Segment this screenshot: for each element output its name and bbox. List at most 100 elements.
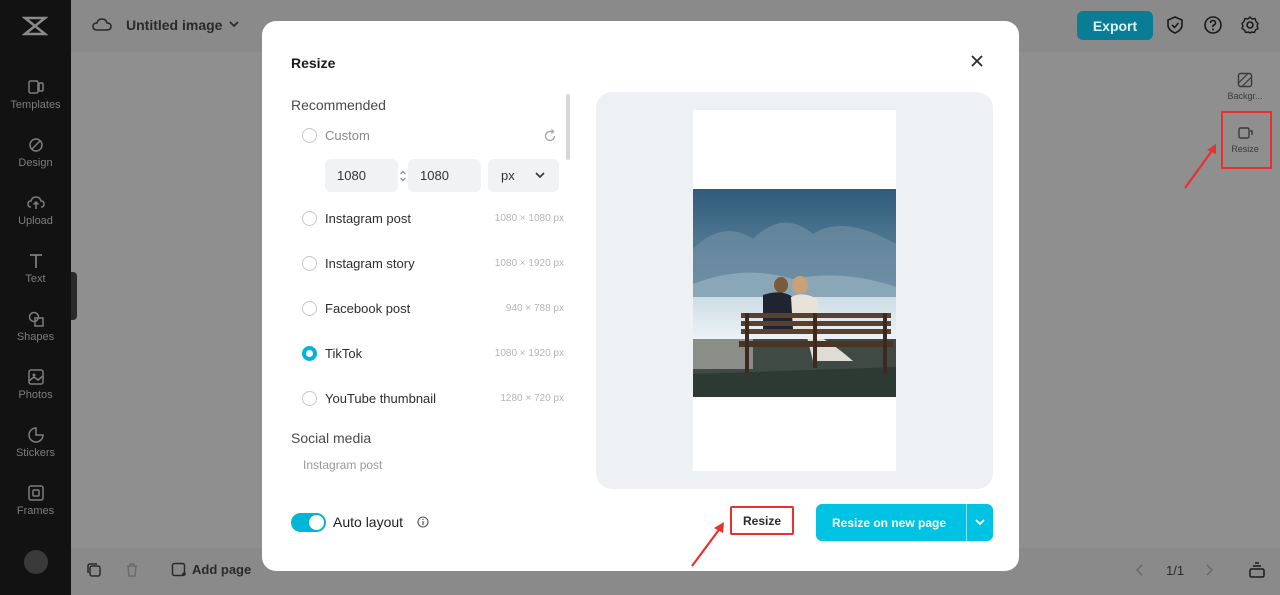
next-page-icon[interactable]: [1203, 563, 1215, 577]
chevron-down-icon: [535, 172, 545, 179]
photos-icon: [27, 369, 44, 385]
photo-preview: [693, 189, 896, 397]
option-dims: 940 × 788 px: [505, 303, 564, 314]
option-instagram-story[interactable]: Instagram story 1080 × 1920 px: [302, 252, 564, 276]
shapes-icon: [28, 311, 44, 327]
resize-label: Resize: [742, 513, 782, 528]
option-label: Custom: [325, 128, 370, 143]
side-item-background[interactable]: Backgr...: [1219, 72, 1271, 101]
list-scrollbar[interactable]: [566, 94, 570, 160]
export-button[interactable]: Export: [1077, 11, 1153, 40]
section-social-media: Social media: [291, 430, 372, 446]
rail-collapse-handle[interactable]: [71, 272, 77, 320]
link-dimensions-icon[interactable]: [399, 169, 407, 183]
rail-item-design[interactable]: Design: [0, 136, 71, 188]
option-youtube-thumbnail[interactable]: YouTube thumbnail 1280 × 720 px: [302, 387, 564, 411]
resize-new-page-label: Resize on new page: [832, 516, 947, 530]
shield-icon[interactable]: [1165, 15, 1185, 35]
rail-item-upload[interactable]: Upload: [0, 194, 71, 246]
rail-item-label: Frames: [16, 505, 55, 517]
rail-item-label: Templates: [10, 99, 61, 111]
side-item-label: Backgr...: [1227, 91, 1263, 101]
rail-item-stickers[interactable]: Stickers: [0, 426, 71, 478]
stickers-icon: [27, 427, 44, 443]
duplicate-page-icon[interactable]: [86, 562, 102, 578]
width-input[interactable]: [325, 159, 398, 192]
add-page-icon[interactable]: [171, 562, 187, 578]
option-facebook-post[interactable]: Facebook post 940 × 788 px: [302, 297, 564, 321]
resize-modal: Resize Recommended Custom px Instagram p…: [262, 21, 1019, 571]
artboard-preview: [693, 110, 896, 471]
rail-item-label: Design: [18, 157, 53, 169]
option-label: TikTok: [325, 346, 363, 361]
option-label: Instagram post: [325, 211, 411, 226]
resize-button[interactable]: Resize: [730, 506, 794, 535]
rail-item-label: Upload: [18, 215, 53, 227]
cloud-icon[interactable]: [92, 15, 112, 35]
button-divider: [966, 504, 967, 541]
page-count: 1/1: [1166, 563, 1185, 578]
help-icon[interactable]: [1203, 15, 1223, 35]
trash-icon[interactable]: [124, 562, 140, 578]
document-title[interactable]: Untitled image: [126, 17, 222, 33]
radio-facebook-post[interactable]: [302, 301, 317, 316]
app-logo-icon: [22, 16, 48, 36]
gear-icon[interactable]: [1240, 15, 1260, 35]
option-label: Facebook post: [325, 301, 411, 316]
left-rail: Templates Design Upload Text Shapes Phot…: [0, 0, 71, 595]
rail-item-photos[interactable]: Photos: [0, 368, 71, 420]
reset-icon[interactable]: [543, 129, 557, 143]
modal-title: Resize: [291, 55, 336, 71]
prev-page-icon[interactable]: [1134, 563, 1146, 577]
annotation-arrow-icon: [691, 522, 724, 567]
option-custom[interactable]: Custom: [302, 124, 564, 148]
auto-layout-toggle[interactable]: [291, 513, 326, 532]
radio-youtube-thumbnail[interactable]: [302, 391, 317, 406]
option-label: Instagram story: [325, 256, 415, 271]
background-icon: [1237, 72, 1253, 88]
option-dims: 1080 × 1920 px: [494, 258, 564, 269]
rail-item-label: Photos: [18, 389, 53, 401]
upload-icon: [26, 196, 45, 209]
export-label: Export: [1092, 17, 1138, 34]
option-instagram-post[interactable]: Instagram post 1080 × 1080 px: [302, 207, 564, 231]
rail-item-label: Stickers: [15, 447, 56, 459]
auto-layout-label: Auto layout: [333, 514, 404, 530]
option-label: YouTube thumbnail: [325, 391, 437, 406]
templates-icon: [27, 80, 44, 94]
height-input[interactable]: [408, 159, 481, 192]
radio-instagram-story[interactable]: [302, 256, 317, 271]
pages-panel-icon[interactable]: [1248, 561, 1266, 579]
frames-icon: [27, 485, 44, 501]
radio-tiktok[interactable]: [302, 346, 317, 361]
unit-select[interactable]: px: [488, 159, 559, 192]
avatar[interactable]: [24, 550, 48, 574]
preview-area: [596, 92, 993, 489]
add-page-button[interactable]: Add page: [192, 562, 251, 577]
radio-instagram-post[interactable]: [302, 211, 317, 226]
resize-on-new-page-button[interactable]: Resize on new page: [816, 504, 993, 541]
rail-item-shapes[interactable]: Shapes: [0, 310, 71, 362]
toggle-knob: [309, 515, 324, 530]
option-dims: 1280 × 720 px: [500, 393, 564, 404]
close-icon[interactable]: [968, 52, 986, 70]
section-recommended: Recommended: [291, 97, 386, 113]
rail-item-frames[interactable]: Frames: [0, 484, 71, 536]
option-dims: 1080 × 1920 px: [494, 348, 564, 359]
text-icon: [29, 254, 42, 268]
resize-highlight-box: [1221, 111, 1272, 169]
unit-value: px: [501, 168, 515, 183]
info-icon[interactable]: [417, 516, 429, 528]
radio-custom[interactable]: [302, 128, 317, 143]
design-icon: [28, 138, 43, 152]
social-item-instagram-post[interactable]: Instagram post: [303, 458, 382, 472]
rail-item-label: Shapes: [16, 331, 55, 343]
rail-item-label: Text: [25, 273, 46, 285]
chevron-down-icon[interactable]: [227, 17, 241, 31]
rail-item-text[interactable]: Text: [0, 252, 71, 304]
rail-item-templates[interactable]: Templates: [0, 78, 71, 130]
option-tiktok[interactable]: TikTok 1080 × 1920 px: [302, 342, 564, 366]
annotation-arrow-icon: [1184, 144, 1216, 189]
chevron-down-icon[interactable]: [974, 517, 986, 527]
option-dims: 1080 × 1080 px: [494, 213, 564, 224]
